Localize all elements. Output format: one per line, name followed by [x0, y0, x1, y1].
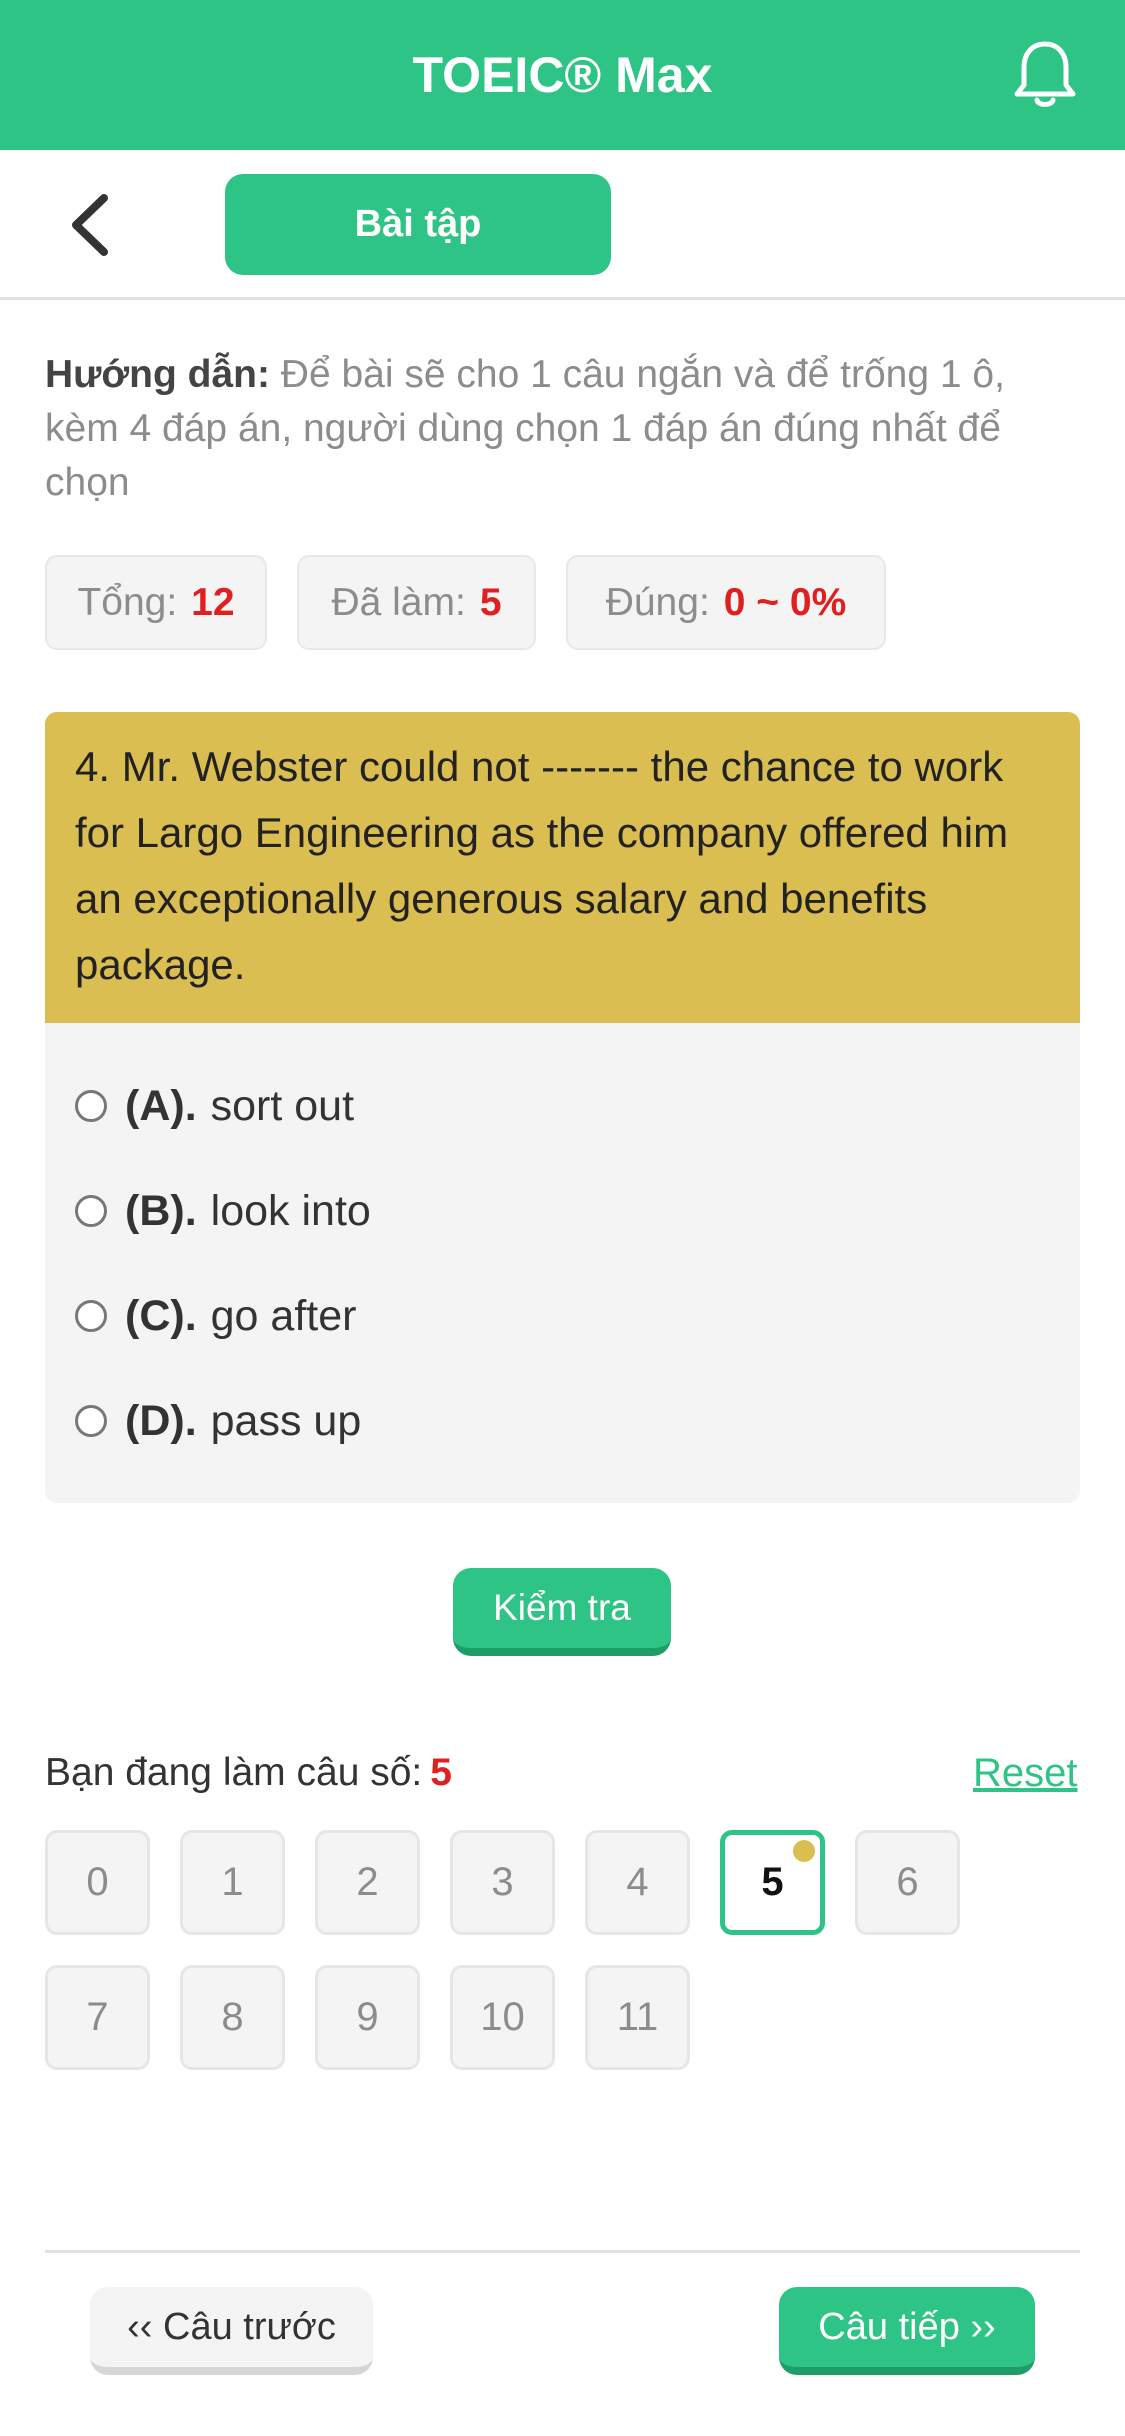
question-number-5-current[interactable]: 5: [720, 1830, 825, 1935]
question-number-9[interactable]: 9: [315, 1965, 420, 2070]
question-number-7[interactable]: 7: [45, 1965, 150, 2070]
option-a[interactable]: (A). sort out: [75, 1076, 354, 1136]
current-question-number: 5: [430, 1751, 452, 1794]
stat-total: Tổng: 12: [45, 555, 267, 650]
check-button[interactable]: Kiểm tra: [453, 1568, 671, 1656]
next-question-button[interactable]: Câu tiếp ››: [779, 2287, 1035, 2375]
question-number-10[interactable]: 10: [450, 1965, 555, 2070]
current-question-label: Bạn đang làm câu số:: [45, 1751, 423, 1794]
question-number-label: 5: [761, 1860, 784, 1904]
option-text: look into: [210, 1186, 371, 1235]
question-number-1[interactable]: 1: [180, 1830, 285, 1935]
question-number-4[interactable]: 4: [585, 1830, 690, 1935]
option-letter: (D).: [125, 1396, 197, 1445]
stat-correct: Đúng: 0 ~ 0%: [566, 555, 886, 650]
option-b[interactable]: (B). look into: [75, 1181, 371, 1241]
instructions: Hướng dẫn: Để bài sẽ cho 1 câu ngắn và đ…: [45, 348, 1080, 510]
option-c[interactable]: (C). go after: [75, 1286, 356, 1346]
option-text: pass up: [210, 1396, 362, 1445]
stat-done-label: Đã làm:: [331, 581, 466, 624]
chevron-left-icon[interactable]: [62, 192, 118, 258]
stat-total-label: Tổng:: [77, 581, 178, 624]
question-number-8[interactable]: 8: [180, 1965, 285, 2070]
tab-exercise[interactable]: Bài tập: [225, 174, 611, 275]
stat-correct-label: Đúng:: [605, 581, 710, 624]
question-text: 4. Mr. Webster could not ------- the cha…: [45, 712, 1080, 1023]
radio-button[interactable]: [75, 1300, 107, 1332]
app-header: TOEIC® Max: [0, 0, 1125, 150]
option-letter: (B).: [125, 1186, 197, 1235]
radio-button[interactable]: [75, 1405, 107, 1437]
question-number-6[interactable]: 6: [855, 1830, 960, 1935]
stat-done: Đã làm: 5: [297, 555, 536, 650]
radio-button[interactable]: [75, 1195, 107, 1227]
option-text: sort out: [210, 1081, 355, 1130]
sub-navigation-bar: Bài tập: [0, 150, 1125, 300]
current-marker-dot: [793, 1840, 815, 1862]
option-letter: (C).: [125, 1291, 197, 1340]
question-number-2[interactable]: 2: [315, 1830, 420, 1935]
reset-link[interactable]: Reset: [973, 1745, 1078, 1801]
question-number-11[interactable]: 11: [585, 1965, 690, 2070]
question-number-0[interactable]: 0: [45, 1830, 150, 1935]
app-title: TOEIC® Max: [412, 47, 713, 103]
instructions-label: Hướng dẫn:: [45, 353, 270, 396]
stat-correct-value: 0 ~ 0%: [723, 581, 847, 624]
question-grid: 0 1 2 3 4 5 6 7 8 9 10 11: [45, 1830, 1080, 2080]
option-text: go after: [210, 1291, 357, 1340]
stat-total-value: 12: [191, 581, 235, 624]
bell-icon[interactable]: [1012, 38, 1078, 110]
question-number-3[interactable]: 3: [450, 1830, 555, 1935]
radio-button[interactable]: [75, 1090, 107, 1122]
current-question-indicator: Bạn đang làm câu số: 5: [45, 1745, 452, 1801]
previous-question-button[interactable]: ‹‹ Câu trước: [90, 2287, 373, 2375]
answer-options: (A). sort out (B). look into (C). go aft…: [45, 1023, 1080, 1503]
footer-divider: [45, 2250, 1080, 2253]
stat-done-value: 5: [479, 581, 502, 624]
option-letter: (A).: [125, 1081, 197, 1130]
option-d[interactable]: (D). pass up: [75, 1391, 361, 1451]
